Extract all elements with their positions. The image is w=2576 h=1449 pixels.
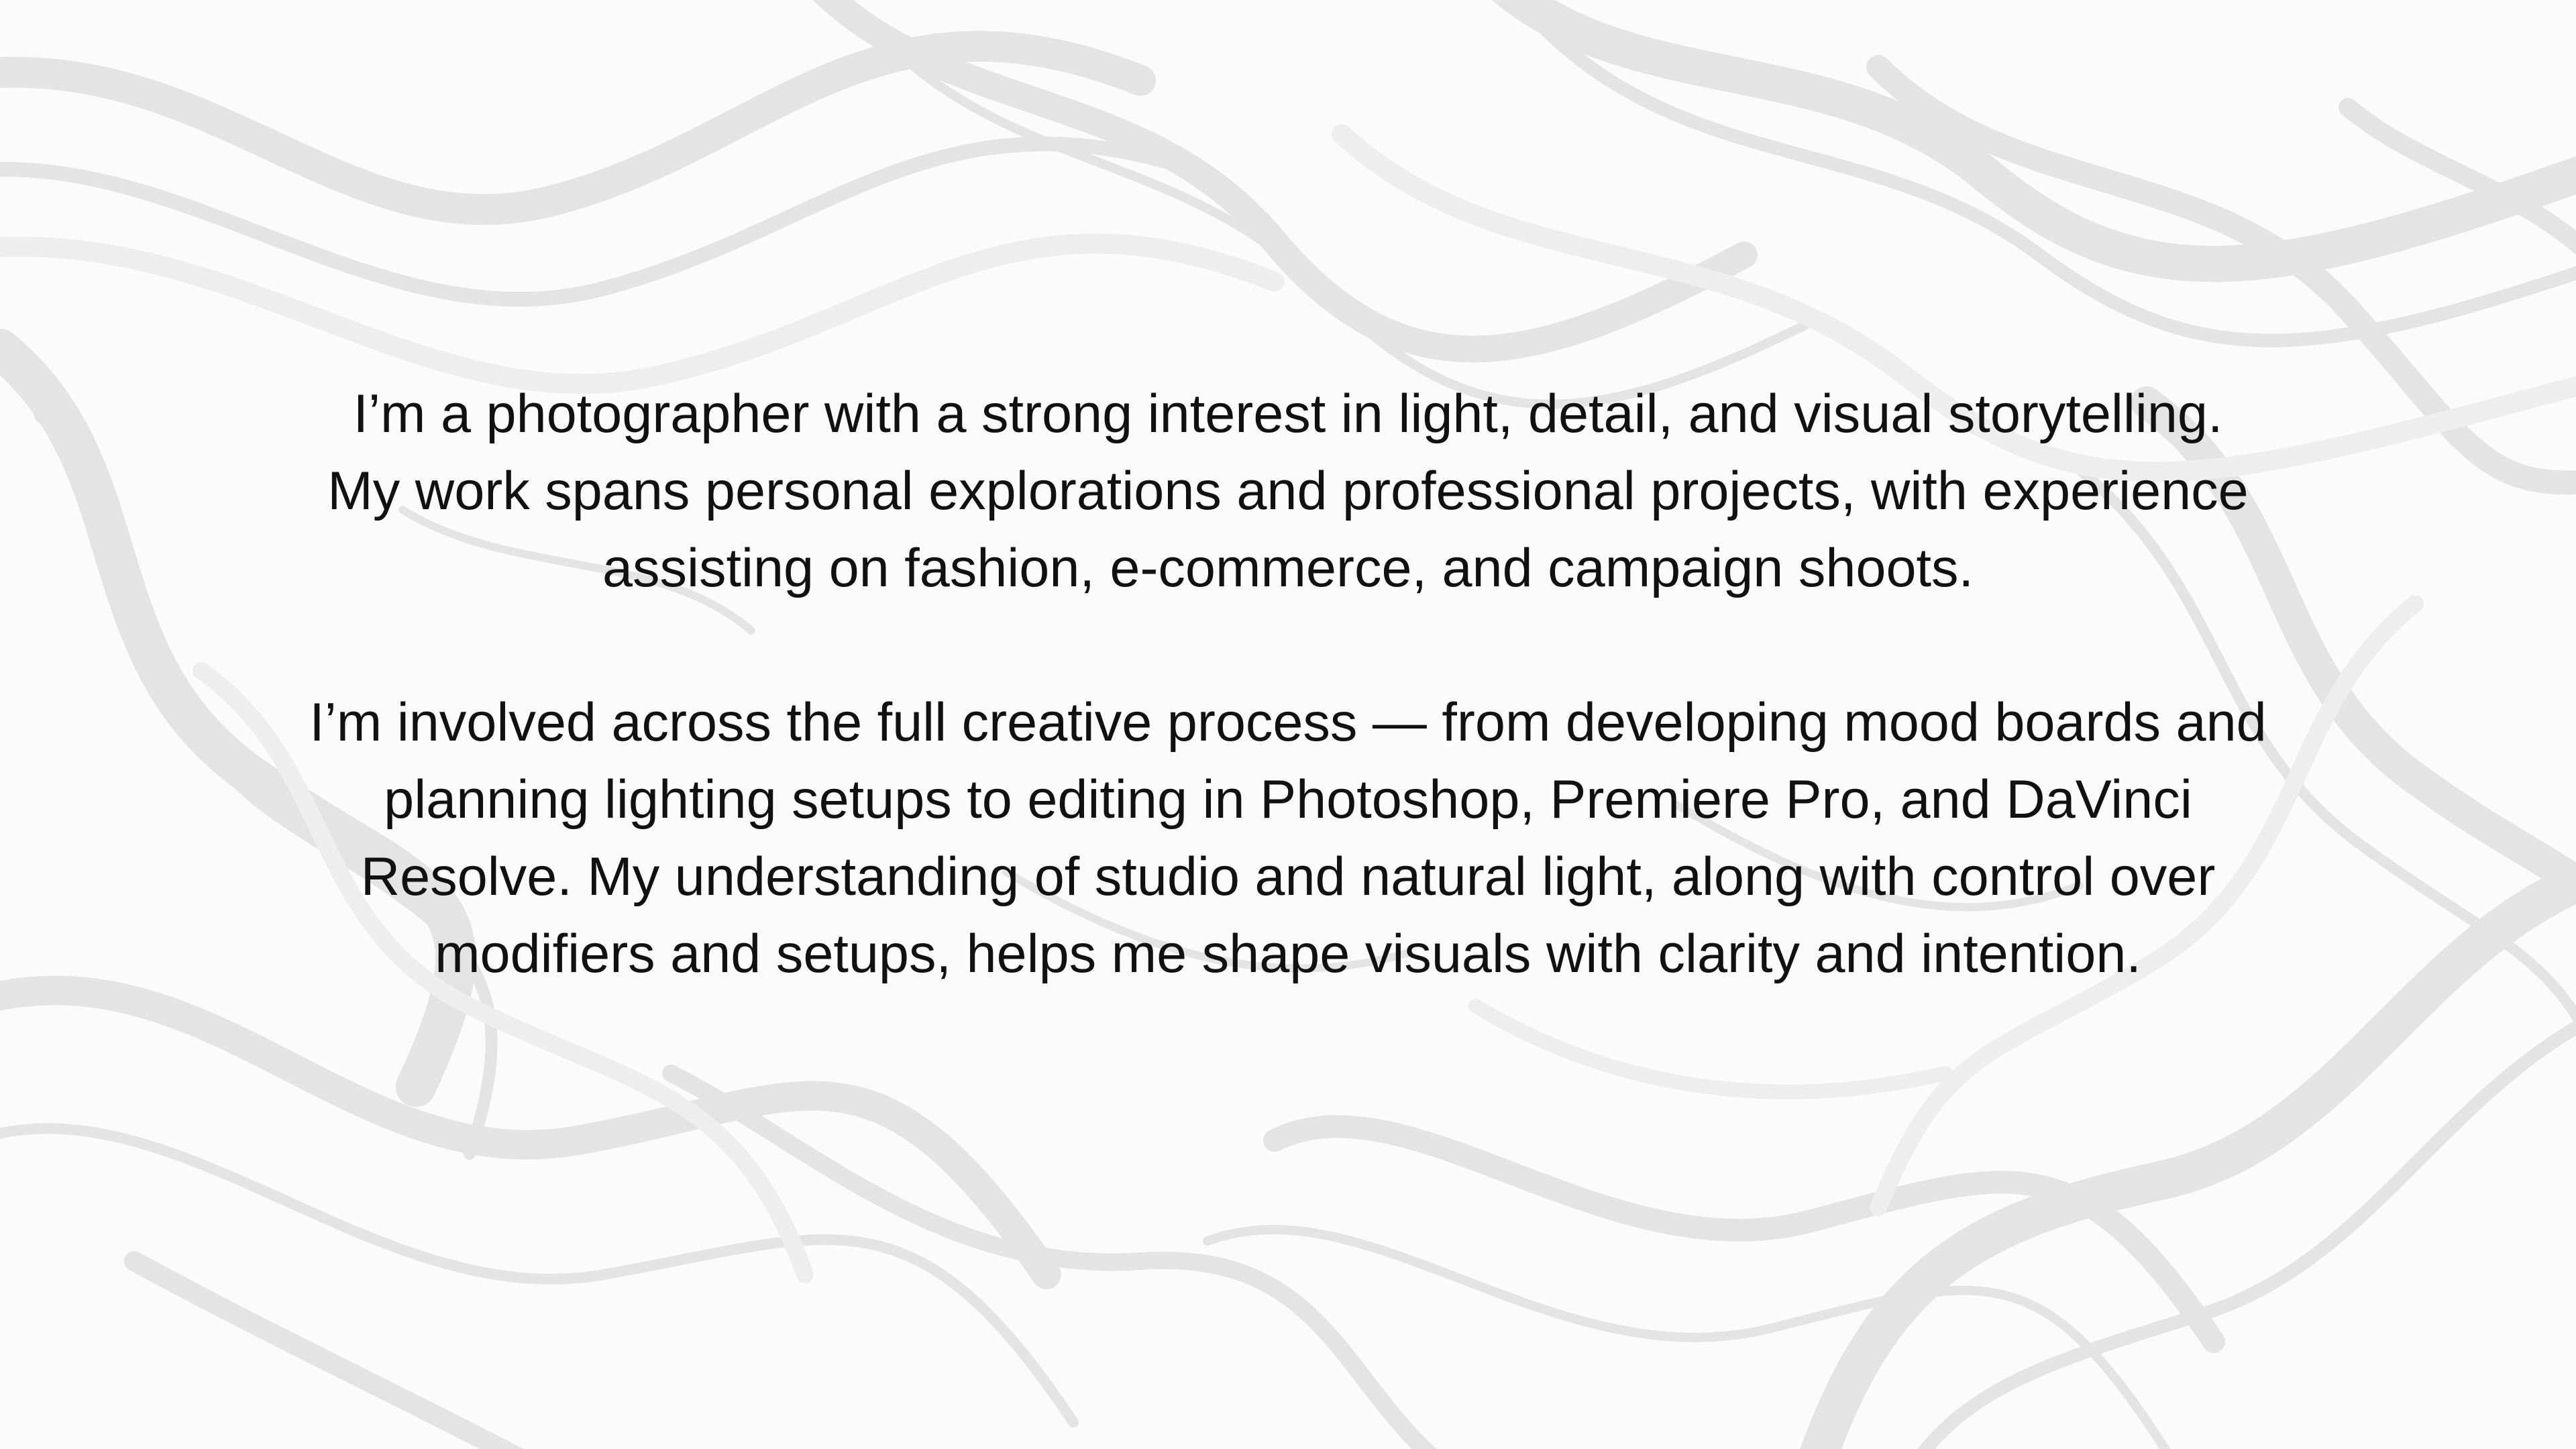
slide: I’m a photographer with a strong interes… — [0, 0, 2576, 1449]
text-line: Resolve. My understanding of studio and … — [360, 847, 2216, 907]
text-line: assisting on fashion, e-commerce, and ca… — [602, 538, 1974, 598]
bio-paragraph-2: I’m involved across the full creative pr… — [255, 684, 2321, 993]
text-line: I’m involved across the full creative pr… — [309, 692, 2267, 753]
text-line: I’m a photographer with a strong interes… — [353, 384, 2223, 444]
text-line: modifiers and setups, helps me shape vis… — [435, 924, 2141, 984]
bio-paragraph-1: I’m a photographer with a strong interes… — [255, 376, 2321, 607]
bio-text-block: I’m a photographer with a strong interes… — [255, 376, 2321, 993]
text-line: My work spans personal explorations and … — [327, 461, 2249, 521]
text-line: planning lighting setups to editing in P… — [384, 769, 2192, 830]
